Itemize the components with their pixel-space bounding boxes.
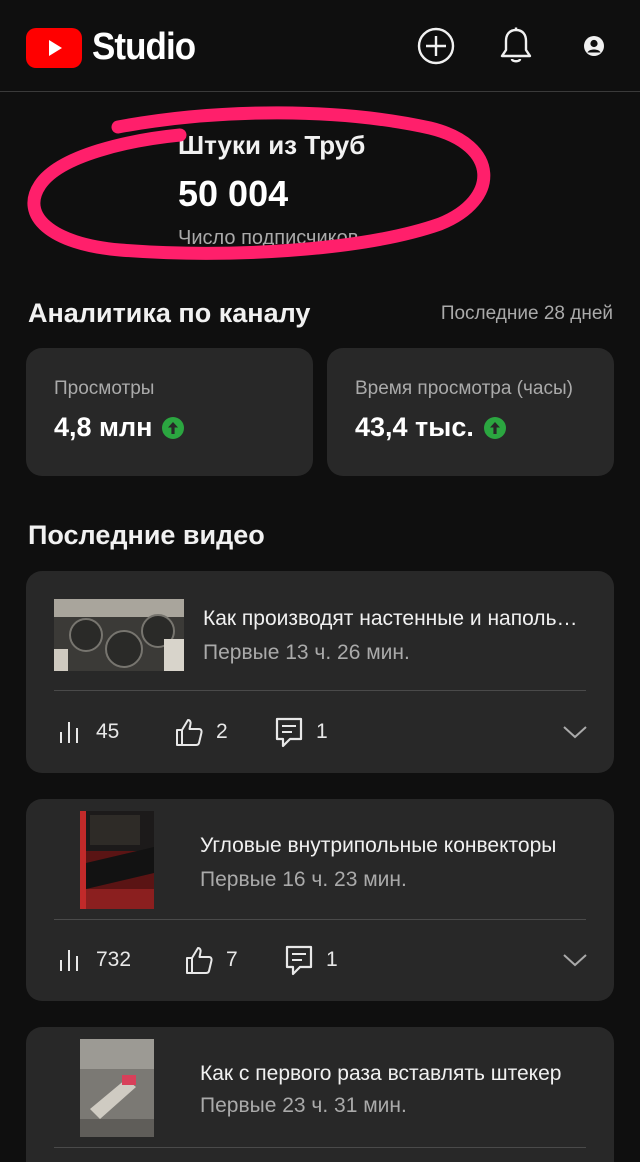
channel-name: Штуки из Труб (178, 130, 366, 160)
video-meta: Первые 13 ч. 26 мин. (203, 641, 410, 664)
video-thumbnail[interactable] (80, 1039, 154, 1137)
metric-value-row: 43,4 тыс. (355, 412, 586, 443)
video-stats: 732 7 1 (26, 940, 614, 980)
likes-count: 7 (226, 948, 238, 971)
video-card[interactable]: Как с первого раза вставлять штекер Перв… (26, 1027, 614, 1162)
video-thumbnail[interactable] (80, 811, 154, 909)
metric-value: 43,4 тыс. (355, 412, 474, 442)
notifications-button[interactable] (496, 26, 536, 66)
video-title[interactable]: Как производят настенные и напольные (203, 607, 588, 631)
channel-summary: Штуки из Труб 50 004 Число подписчиков (178, 130, 365, 250)
comments-stat: 1 (274, 712, 328, 752)
likes-count: 2 (216, 720, 228, 743)
video-title[interactable]: Как с первого раза вставлять штекер (200, 1062, 588, 1086)
comment-icon (285, 945, 313, 976)
subscriber-count: 50 004 (178, 173, 289, 214)
divider (54, 690, 586, 691)
trend-up-icon (483, 416, 506, 439)
views-count: 45 (96, 720, 120, 743)
video-meta: Первые 23 ч. 31 мин. (200, 1094, 407, 1117)
logo-text: Studio (92, 26, 196, 68)
video-stats: 45 2 1 (26, 712, 614, 752)
chevron-down-icon[interactable] (562, 720, 588, 744)
create-icon (417, 27, 455, 65)
comments-count: 1 (316, 720, 328, 743)
youtube-play-icon (26, 27, 82, 68)
video-card[interactable]: Угловые внутрипольные конвекторы Первые … (26, 799, 614, 1001)
subscriber-label: Число подписчиков (178, 227, 359, 249)
bar-chart-icon (60, 950, 78, 971)
bar-chart-icon (60, 722, 78, 743)
create-button[interactable] (416, 26, 456, 66)
divider (54, 919, 586, 920)
views-metric-card[interactable]: Просмотры 4,8 млн (26, 348, 313, 476)
views-stat: 45 (58, 712, 119, 752)
divider (54, 1147, 586, 1148)
account-button[interactable] (574, 26, 614, 66)
bell-icon (500, 27, 532, 63)
thumbs-up-icon (176, 719, 203, 746)
video-thumbnail[interactable] (54, 599, 184, 671)
analytics-period: Последние 28 дней (440, 303, 613, 324)
metric-value-row: 4,8 млн (54, 412, 285, 443)
video-meta: Первые 16 ч. 23 мин. (200, 868, 407, 891)
thumbs-up-icon (186, 947, 213, 974)
analytics-title: Аналитика по каналу (28, 298, 311, 328)
metric-label: Время просмотра (часы) (355, 378, 573, 399)
chevron-down-icon[interactable] (562, 948, 588, 972)
account-icon (584, 36, 604, 56)
comments-stat: 1 (284, 940, 338, 980)
studio-dashboard: Studio Штуки из Труб 50 004 Число подпис… (0, 0, 640, 1162)
views-count: 732 (96, 948, 132, 971)
trend-up-icon (162, 416, 185, 439)
comments-count: 1 (326, 948, 338, 971)
likes-stat: 2 (174, 712, 228, 752)
metric-value: 4,8 млн (54, 412, 153, 442)
metric-label: Просмотры (54, 378, 155, 399)
recent-videos-title: Последние видео (28, 520, 265, 550)
studio-logo[interactable]: Studio (26, 26, 204, 69)
likes-stat: 7 (184, 940, 238, 980)
video-card[interactable]: Как производят настенные и напольные Пер… (26, 571, 614, 773)
top-app-bar: Studio (0, 0, 640, 92)
video-title[interactable]: Угловые внутрипольные конвекторы (200, 834, 588, 858)
comment-icon (275, 717, 303, 748)
views-stat: 732 (58, 940, 131, 980)
watch-time-metric-card[interactable]: Время просмотра (часы) 43,4 тыс. (327, 348, 614, 476)
